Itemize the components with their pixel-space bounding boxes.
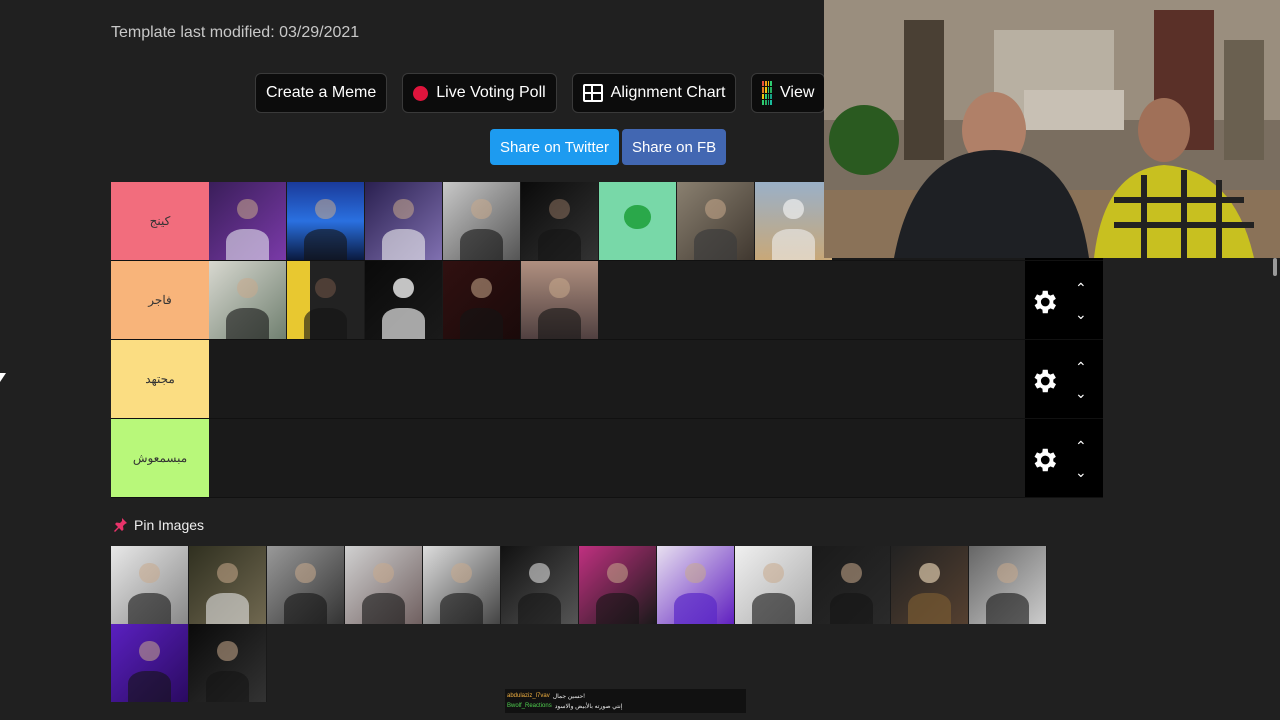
gear-icon[interactable] (1029, 287, 1059, 317)
tier-items (209, 261, 1025, 339)
view-label: View (780, 84, 815, 101)
share-facebook-button[interactable]: Share on FB (621, 129, 727, 165)
chat-username: abdulaziz_l7vav (507, 693, 550, 699)
gear-icon[interactable] (1029, 366, 1059, 396)
tier-image[interactable] (365, 261, 443, 339)
record-dot-icon (413, 85, 429, 101)
chat-message: abdulaziz_l7vav حسين جمال! (507, 691, 744, 701)
chat-username: Bwolf_Reactions (507, 703, 552, 709)
pin-image[interactable] (579, 546, 657, 624)
chat-text: إنتي صورته بالأبيض والاسود (554, 703, 623, 710)
view-button[interactable]: View (751, 73, 826, 113)
pin-image[interactable] (657, 546, 735, 624)
share-twitter-button[interactable]: Share on Twitter (490, 129, 619, 165)
alignment-chart-label: Alignment Chart (610, 84, 726, 101)
tier-image[interactable] (287, 261, 365, 339)
template-modified-date: Template last modified: 03/29/2021 (111, 24, 360, 41)
tier-image[interactable] (443, 261, 521, 339)
toolbar: Create a Meme Live Voting Poll Alignment… (255, 73, 826, 113)
mouse-cursor-icon (0, 373, 6, 382)
tier-controls: ⌃ ⌄ (1025, 340, 1103, 418)
tier-image[interactable] (209, 182, 287, 260)
tier-row: مجتهد ⌃ ⌄ (111, 340, 1103, 419)
pin-image[interactable] (813, 546, 891, 624)
colored-tiles-icon (762, 81, 772, 105)
live-voting-poll-button[interactable]: Live Voting Poll (402, 73, 557, 113)
tier-row: فاجر ⌃ ⌄ (111, 261, 1103, 340)
grid-icon (582, 84, 603, 102)
tier-image[interactable] (365, 182, 443, 260)
alignment-chart-button[interactable]: Alignment Chart (571, 73, 737, 113)
pushpin-icon (114, 518, 127, 532)
pin-image[interactable] (345, 546, 423, 624)
chevron-down-icon[interactable]: ⌄ (1075, 307, 1087, 321)
tier-items (209, 340, 1025, 418)
create-meme-label: Create a Meme (266, 84, 377, 101)
tier-image[interactable] (755, 182, 833, 260)
create-meme-button[interactable]: Create a Meme (255, 73, 388, 113)
gear-icon[interactable] (1029, 445, 1059, 475)
tier-image[interactable] (443, 182, 521, 260)
chat-overlay: abdulaziz_l7vav حسين جمال! Bwolf_Reactio… (505, 689, 746, 713)
pin-images-header: Pin Images (112, 517, 204, 533)
tier-row: مبسمعوش ⌃ ⌄ (111, 419, 1103, 498)
pin-image[interactable] (111, 546, 189, 624)
chevron-down-icon[interactable]: ⌄ (1075, 465, 1087, 479)
tier-image[interactable] (521, 261, 599, 339)
tier-controls: ⌃ ⌄ (1025, 419, 1103, 497)
pin-image[interactable] (111, 624, 189, 702)
chevron-up-icon[interactable]: ⌃ (1075, 360, 1087, 374)
pin-images-grid (111, 546, 1051, 702)
live-voting-label: Live Voting Poll (436, 84, 546, 101)
scrollbar-thumb[interactable] (1273, 258, 1277, 276)
pin-image[interactable] (267, 546, 345, 624)
tier-image[interactable] (599, 182, 677, 260)
tier-controls: ⌃ ⌄ (1025, 261, 1103, 339)
tier-image[interactable] (521, 182, 599, 260)
pin-image[interactable] (189, 546, 267, 624)
tier-items (209, 419, 1025, 497)
pin-image[interactable] (969, 546, 1047, 624)
pin-image[interactable] (501, 546, 579, 624)
pin-image[interactable] (891, 546, 969, 624)
webcam-overlay (824, 0, 1280, 258)
pin-image[interactable] (423, 546, 501, 624)
pin-images-title: Pin Images (134, 517, 205, 533)
tier-image[interactable] (677, 182, 755, 260)
tier-label[interactable]: فاجر (111, 261, 209, 339)
chat-text: حسين جمال! (552, 693, 585, 700)
tier-label[interactable]: مبسمعوش (111, 419, 209, 497)
tier-label[interactable]: مجتهد (111, 340, 209, 418)
pin-image[interactable] (189, 624, 267, 702)
tier-image[interactable] (287, 182, 365, 260)
share-buttons: Share on Twitter Share on FB (490, 129, 727, 165)
chat-message: Bwolf_Reactions إنتي صورته بالأبيض والاس… (507, 701, 744, 711)
chevron-down-icon[interactable]: ⌄ (1075, 386, 1087, 400)
tier-image[interactable] (209, 261, 287, 339)
chevron-up-icon[interactable]: ⌃ (1075, 439, 1087, 453)
chevron-up-icon[interactable]: ⌃ (1075, 281, 1087, 295)
pin-image[interactable] (735, 546, 813, 624)
tier-label[interactable]: كينج (111, 182, 209, 260)
